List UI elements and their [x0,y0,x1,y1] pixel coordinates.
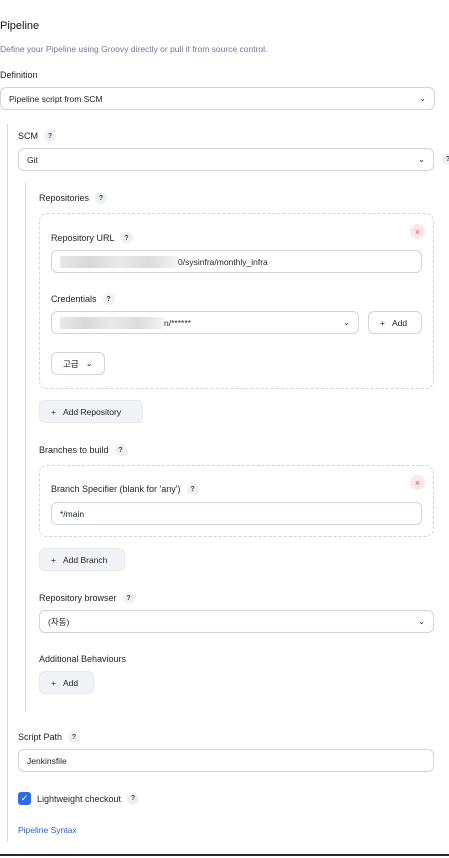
repository-browser-select[interactable]: (자동) ⌄ [39,610,434,633]
plus-icon: + [51,677,56,688]
section-description: Define your Pipeline using Groovy direct… [0,44,268,54]
close-icon[interactable]: × [410,224,425,239]
pipeline-syntax-link[interactable]: Pipeline Syntax [18,825,77,835]
add-branch-label: Add Branch [62,554,108,565]
lightweight-checkout-row: ✓ Lightweight checkout ? [18,792,140,805]
add-credentials-label: Add [391,317,408,328]
scm-select[interactable]: Git ⌄ [18,148,434,171]
chevron-down-icon: ⌄ [85,358,93,368]
plus-icon: + [380,317,385,328]
scm-label: SCM ? [18,130,56,142]
help-icon[interactable]: ? [114,444,127,456]
help-icon[interactable]: ? [127,792,140,805]
close-icon[interactable]: × [410,475,425,490]
repository-url-input[interactable]: 0/sysinfra/monthly_infra [51,250,422,273]
redacted-text [60,255,178,268]
plus-icon: + [51,406,56,417]
help-icon[interactable]: ? [95,192,108,204]
scm-guide-line [25,182,26,712]
section-guide-line [7,124,8,842]
help-icon[interactable]: ? [442,153,449,165]
checkbox-check-icon[interactable]: ✓ [18,792,31,805]
additional-behaviours-label: Additional Behaviours [39,654,127,664]
chevron-down-icon: ⌄ [419,94,426,103]
repositories-label: Repositories ? [39,192,108,204]
repository-browser-value: (자동) [48,616,70,627]
scm-value: Git [27,154,38,165]
redacted-text [60,316,164,329]
credentials-value: n/****** [164,317,191,328]
help-icon[interactable]: ? [102,293,115,305]
advanced-button[interactable]: 고급 ⌄ [51,352,105,375]
branches-label: Branches to build ? [39,444,127,456]
section-title: Pipeline [0,20,40,32]
repository-browser-label: Repository browser ? [39,592,135,604]
plus-icon: + [51,554,56,565]
add-repository-label: Add Repository [62,406,122,417]
bottom-divider [0,854,449,856]
add-credentials-button[interactable]: + Add [368,311,422,334]
script-path-input[interactable]: Jenkinsfile [18,749,434,772]
add-behaviour-label: Add [62,677,79,688]
definition-select[interactable]: Pipeline script from SCM ⌄ [0,87,435,110]
chevron-down-icon: ⌄ [343,318,350,327]
chevron-down-icon: ⌄ [418,617,425,626]
branch-specifier-label: Branch Specifier (blank for 'any') ? [51,483,199,495]
add-behaviour-button[interactable]: + Add [39,671,94,694]
definition-value: Pipeline script from SCM [9,93,103,104]
repository-url-value: 0/sysinfra/monthly_infra [178,256,268,267]
branch-panel [39,465,434,537]
branch-specifier-value: */main [60,508,85,519]
definition-label: Definition [0,70,38,80]
help-icon[interactable]: ? [120,232,133,244]
help-icon[interactable]: ? [44,130,56,142]
chevron-down-icon: ⌄ [418,155,425,164]
branch-specifier-input[interactable]: */main [51,502,422,525]
help-icon[interactable]: ? [122,592,135,604]
script-path-value: Jenkinsfile [27,755,67,766]
lightweight-checkout-label[interactable]: Lightweight checkout [37,794,121,804]
credentials-label: Credentials ? [51,293,115,305]
advanced-label: 고급 [63,358,79,369]
add-repository-button[interactable]: + Add Repository [39,400,143,423]
credentials-select[interactable]: n/****** ⌄ [51,311,359,334]
help-icon[interactable]: ? [186,483,199,495]
repository-url-label: Repository URL ? [51,232,133,244]
add-branch-button[interactable]: + Add Branch [39,548,125,571]
help-icon[interactable]: ? [68,731,81,743]
script-path-label: Script Path ? [18,731,81,743]
